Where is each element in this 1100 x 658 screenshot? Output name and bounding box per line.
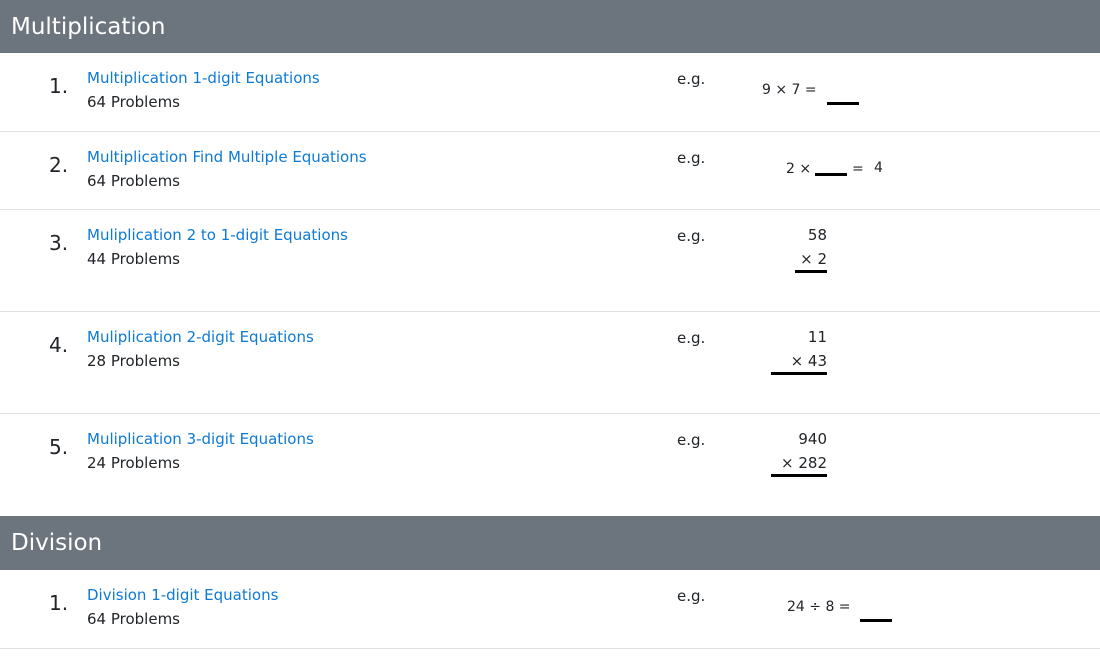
worksheet-link[interactable]: Muliplication 3-digit Equations bbox=[87, 430, 314, 448]
problem-count: 28 Problems bbox=[87, 352, 180, 370]
list-item: 5. Muliplication 3-digit Equations 24 Pr… bbox=[0, 414, 1100, 516]
example-equation: 9 × 7 = bbox=[762, 82, 817, 98]
list-item: 1. Division 1-digit Equations 64 Problem… bbox=[0, 570, 1100, 649]
answer-line bbox=[771, 474, 827, 477]
example-equation: 24 ÷ 8 = bbox=[787, 599, 851, 615]
example-bottom-number: × 282 bbox=[781, 454, 827, 472]
problem-count: 24 Problems bbox=[87, 454, 180, 472]
list-item: 2. Multiplication Find Multiple Equation… bbox=[0, 132, 1100, 210]
problem-count: 64 Problems bbox=[87, 172, 180, 190]
example-label: e.g. bbox=[677, 587, 706, 605]
answer-line bbox=[771, 372, 827, 375]
item-number: 5. bbox=[49, 435, 69, 459]
example-bottom-number: × 43 bbox=[790, 352, 827, 370]
example-top-number: 11 bbox=[807, 328, 827, 346]
answer-blank bbox=[815, 173, 847, 176]
worksheet-link[interactable]: Division 1-digit Equations bbox=[87, 586, 278, 604]
worksheet-link[interactable]: Muliplication 2-digit Equations bbox=[87, 328, 314, 346]
worksheet-link[interactable]: Multiplication Find Multiple Equations bbox=[87, 148, 367, 166]
example-bottom-number: × 2 bbox=[800, 250, 827, 268]
example-top-number: 58 bbox=[807, 226, 827, 244]
example-top-number: 940 bbox=[798, 430, 827, 448]
answer-blank bbox=[860, 619, 892, 622]
answer-line bbox=[795, 270, 827, 273]
section-header-multiplication: Multiplication bbox=[0, 0, 1100, 53]
problem-count: 64 Problems bbox=[87, 610, 180, 628]
example-equation: 2 × bbox=[786, 161, 812, 177]
worksheet-link[interactable]: Multiplication 1-digit Equations bbox=[87, 69, 320, 87]
example-label: e.g. bbox=[677, 329, 706, 347]
example-label: e.g. bbox=[677, 149, 706, 167]
item-number: 2. bbox=[49, 153, 69, 177]
example-result: 4 bbox=[874, 160, 883, 176]
example-label: e.g. bbox=[677, 227, 706, 245]
list-item: 3. Muliplication 2 to 1-digit Equations … bbox=[0, 210, 1100, 312]
example-label: e.g. bbox=[677, 431, 706, 449]
item-number: 4. bbox=[49, 333, 69, 357]
answer-blank bbox=[827, 102, 859, 105]
item-number: 3. bbox=[49, 231, 69, 255]
equals-sign: = bbox=[852, 161, 864, 177]
problem-count: 44 Problems bbox=[87, 250, 180, 268]
item-number: 1. bbox=[49, 591, 69, 615]
list-item: 4. Muliplication 2-digit Equations 28 Pr… bbox=[0, 312, 1100, 414]
example-label: e.g. bbox=[677, 70, 706, 88]
section-title: Multiplication bbox=[11, 14, 166, 40]
item-number: 1. bbox=[49, 74, 69, 98]
worksheet-link[interactable]: Muliplication 2 to 1-digit Equations bbox=[87, 226, 348, 244]
problem-count: 64 Problems bbox=[87, 93, 180, 111]
list-item: 1. Multiplication 1-digit Equations 64 P… bbox=[0, 53, 1100, 132]
section-header-division: Division bbox=[0, 516, 1100, 570]
section-title: Division bbox=[11, 530, 103, 556]
